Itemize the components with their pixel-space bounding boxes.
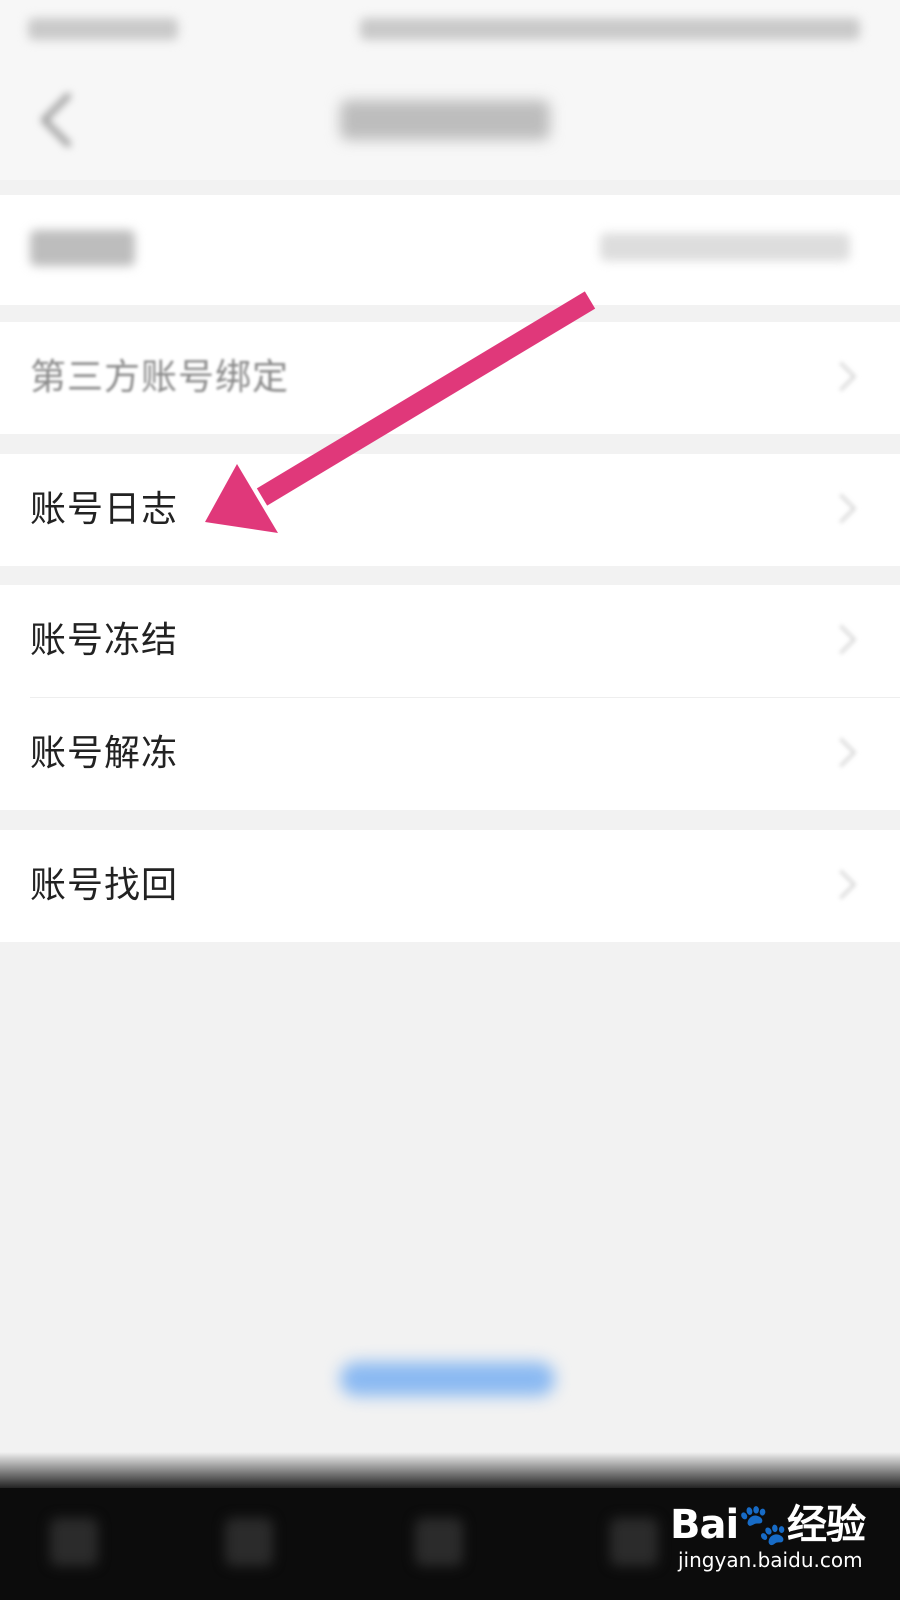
account-value-blurred (600, 233, 850, 261)
page-title-blurred (340, 100, 550, 140)
menu-item-account-freeze[interactable]: 账号冻结 (0, 585, 900, 697)
watermark-site: jingyan.baidu.com (678, 1548, 863, 1572)
watermark-logo: Bai🐾经验 (670, 1502, 866, 1548)
menu-item-label: 账号解冻 (30, 733, 179, 774)
chevron-right-icon (826, 869, 857, 900)
status-icons-blurred (360, 18, 860, 40)
nav-home-icon[interactable] (225, 1518, 273, 1566)
system-nav-bar: Bai🐾经验 jingyan.baidu.com (0, 1488, 900, 1600)
chevron-right-icon (826, 737, 857, 768)
menu-item-label: 账号日志 (30, 489, 179, 530)
account-log-card: 账号日志 (0, 454, 900, 566)
chevron-right-icon (826, 624, 857, 655)
page-header (0, 60, 900, 180)
bottom-link-blurred[interactable] (340, 1362, 555, 1396)
recover-card: 账号找回 (0, 830, 900, 942)
chevron-right-icon (826, 361, 857, 392)
menu-item-account-log[interactable]: 账号日志 (0, 454, 900, 566)
menu-item-label: 账号找回 (30, 865, 179, 906)
nav-fade (0, 1452, 900, 1492)
nav-back-icon[interactable] (415, 1518, 463, 1566)
chevron-right-icon (826, 493, 857, 524)
back-arrow-icon[interactable] (30, 88, 90, 152)
account-label-blurred (30, 230, 135, 266)
nav-menu-icon[interactable] (50, 1518, 98, 1566)
account-card[interactable] (0, 195, 900, 305)
freeze-card: 账号冻结 账号解冻 (0, 585, 900, 810)
carrier-text-blurred (28, 18, 178, 40)
third-party-card: 第三方账号绑定 (0, 322, 900, 434)
menu-item-label: 第三方账号绑定 (30, 357, 290, 398)
baidu-jingyan-watermark: Bai🐾经验 jingyan.baidu.com (670, 1492, 880, 1582)
nav-recent-icon[interactable] (610, 1518, 658, 1566)
menu-item-account-recover[interactable]: 账号找回 (0, 830, 900, 942)
menu-item-third-party-binding[interactable]: 第三方账号绑定 (0, 322, 900, 434)
status-bar (0, 0, 900, 60)
menu-item-account-unfreeze[interactable]: 账号解冻 (0, 698, 900, 810)
menu-item-label: 账号冻结 (30, 620, 179, 661)
